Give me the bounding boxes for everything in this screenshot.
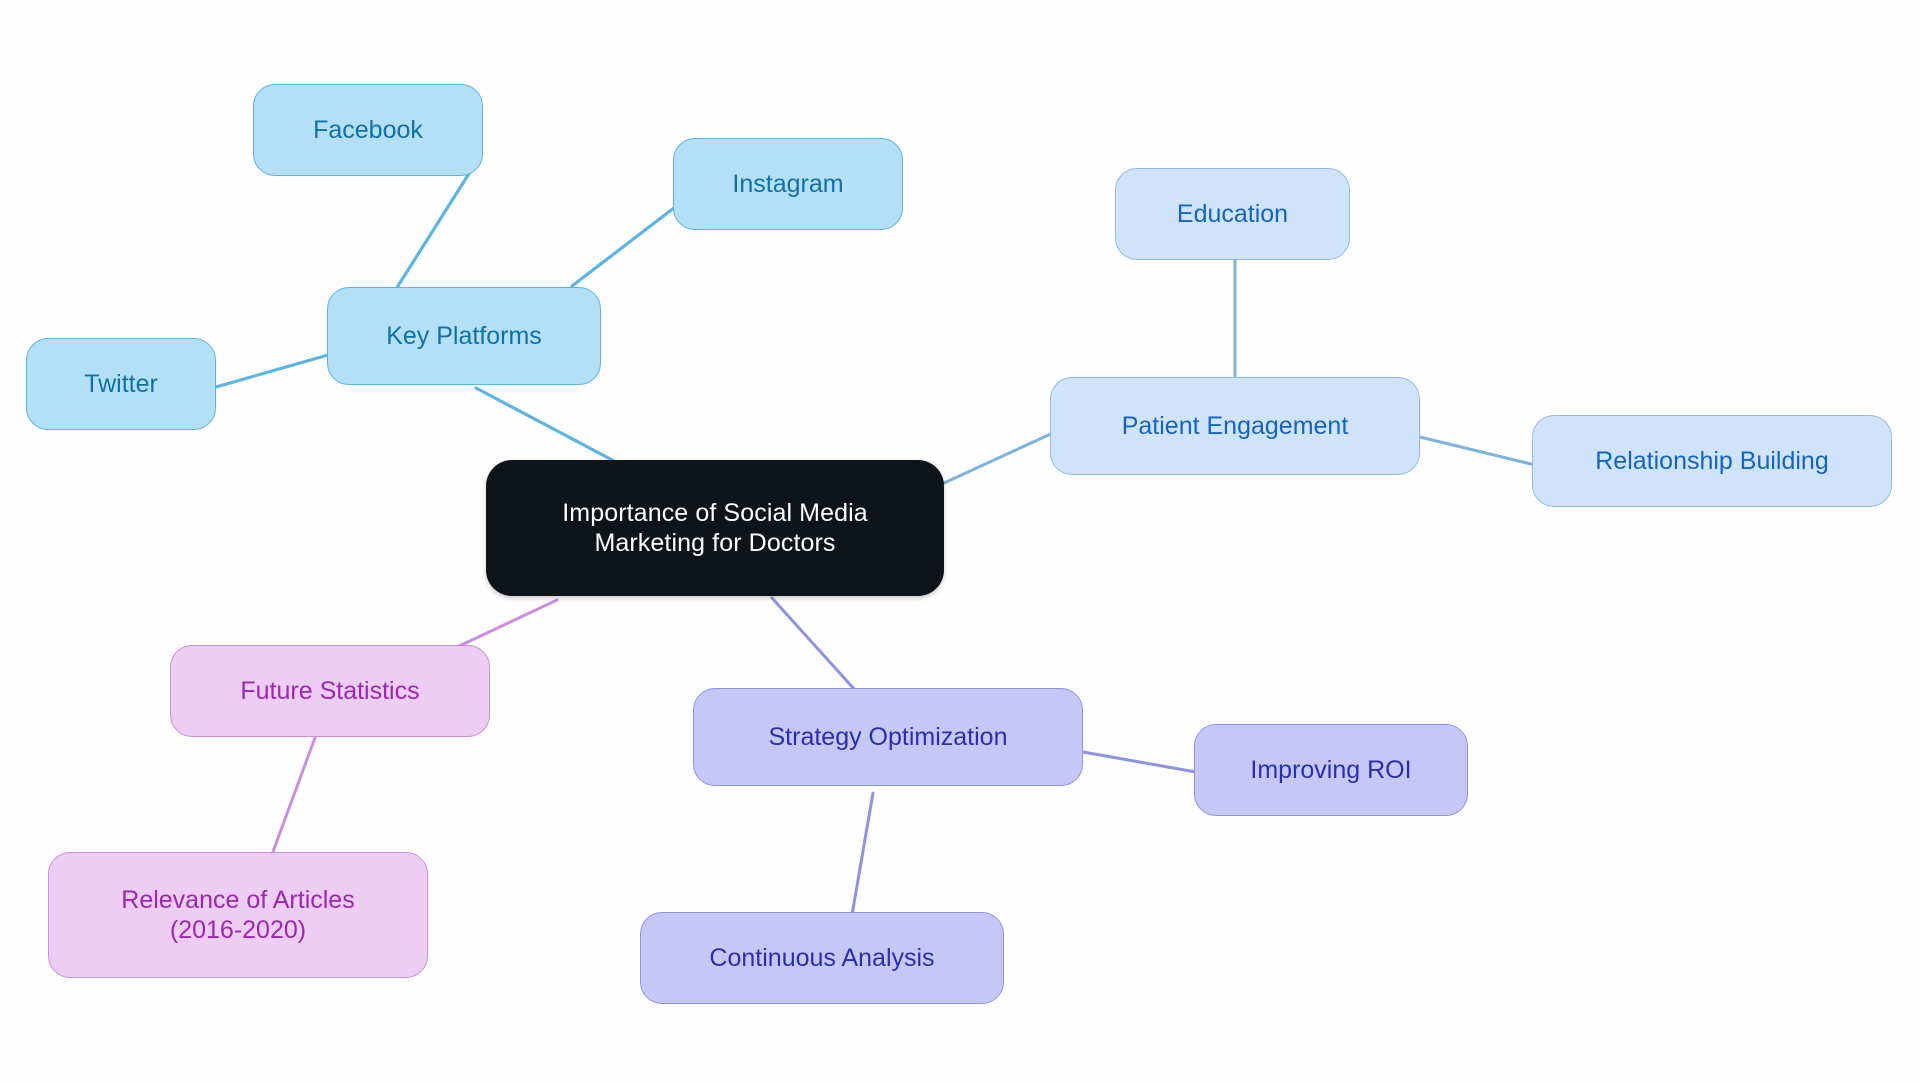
edge-root-future-statistics: [453, 598, 559, 650]
node-twitter[interactable]: Twitter: [26, 338, 216, 430]
node-relevance-of-articles-label: Relevance of Articles (2016-2020): [121, 885, 355, 945]
node-education[interactable]: Education: [1115, 168, 1350, 260]
node-facebook-label: Facebook: [313, 115, 423, 144]
edge-key-platforms-twitter: [214, 353, 330, 389]
node-relationship-building-label: Relationship Building: [1595, 446, 1829, 475]
node-strategy-optimization-label: Strategy Optimization: [768, 722, 1008, 751]
node-instagram[interactable]: Instagram: [673, 138, 903, 230]
edge-root-patient-engagement: [942, 430, 1057, 485]
node-key-platforms-label: Key Platforms: [386, 321, 542, 350]
mindmap-canvas: Importance of Social Media Marketing for…: [0, 0, 1920, 1083]
edge-strategy-optimization-improving-roi: [1081, 750, 1198, 774]
edge-key-platforms-facebook: [389, 170, 472, 299]
node-twitter-label: Twitter: [84, 369, 158, 398]
edge-root-key-platforms: [474, 386, 618, 464]
node-root-label: Importance of Social Media Marketing for…: [562, 498, 868, 558]
node-patient-engagement-label: Patient Engagement: [1121, 411, 1349, 440]
node-relationship-building[interactable]: Relationship Building: [1532, 415, 1892, 507]
edge-patient-engagement-relationship-building: [1418, 435, 1537, 467]
node-key-platforms[interactable]: Key Platforms: [327, 287, 601, 385]
node-root[interactable]: Importance of Social Media Marketing for…: [486, 460, 944, 596]
node-patient-engagement[interactable]: Patient Engagement: [1050, 377, 1420, 475]
node-future-statistics-label: Future Statistics: [240, 676, 420, 705]
edge-key-platforms-instagram: [570, 199, 685, 288]
node-improving-roi-label: Improving ROI: [1250, 755, 1412, 784]
node-future-statistics[interactable]: Future Statistics: [170, 645, 490, 737]
node-strategy-optimization[interactable]: Strategy Optimization: [693, 688, 1083, 786]
node-improving-roi[interactable]: Improving ROI: [1194, 724, 1468, 816]
node-facebook[interactable]: Facebook: [253, 84, 483, 176]
node-education-label: Education: [1176, 199, 1289, 228]
node-instagram-label: Instagram: [732, 169, 844, 198]
edge-strategy-optimization-continuous-analysis: [850, 791, 875, 917]
node-relevance-of-articles[interactable]: Relevance of Articles (2016-2020): [48, 852, 428, 978]
edge-future-statistics-relevance-of-articles: [265, 733, 318, 870]
node-continuous-analysis-label: Continuous Analysis: [709, 943, 935, 972]
edge-root-strategy-optimization: [770, 596, 857, 692]
node-continuous-analysis[interactable]: Continuous Analysis: [640, 912, 1004, 1004]
